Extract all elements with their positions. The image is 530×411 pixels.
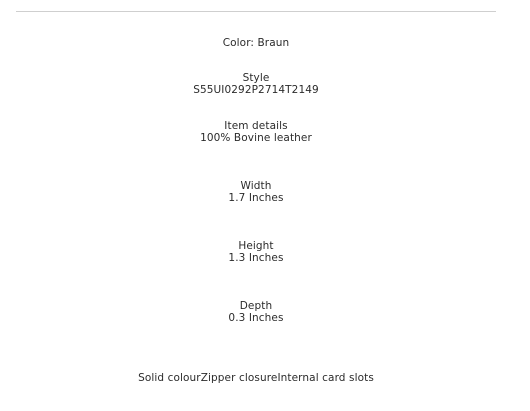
top-divider (16, 11, 496, 12)
features-row: Solid colourZipper closureInternal card … (16, 372, 496, 384)
item-details-label: Item details (224, 120, 288, 132)
style-value: S55UI0292P2714T2149 (193, 84, 319, 96)
height-row: Height 1.3 Inches (16, 240, 496, 264)
features-text: Solid colourZipper closureInternal card … (138, 372, 374, 384)
depth-row: Depth 0.3 Inches (16, 300, 496, 324)
style-row: Style S55UI0292P2714T2149 (16, 72, 496, 96)
height-value: 1.3 Inches (228, 252, 284, 264)
width-value: 1.7 Inches (228, 192, 284, 204)
height-label: Height (238, 240, 274, 252)
item-details-row: Item details 100% Bovine leather (16, 120, 496, 144)
style-label: Style (242, 72, 270, 84)
color-text: Color: Braun (222, 37, 290, 49)
width-row: Width 1.7 Inches (16, 180, 496, 204)
depth-label: Depth (239, 300, 273, 312)
depth-value: 0.3 Inches (228, 312, 284, 324)
item-details-value: 100% Bovine leather (200, 132, 312, 144)
width-label: Width (240, 180, 272, 192)
color-row: Color: Braun (16, 37, 496, 49)
